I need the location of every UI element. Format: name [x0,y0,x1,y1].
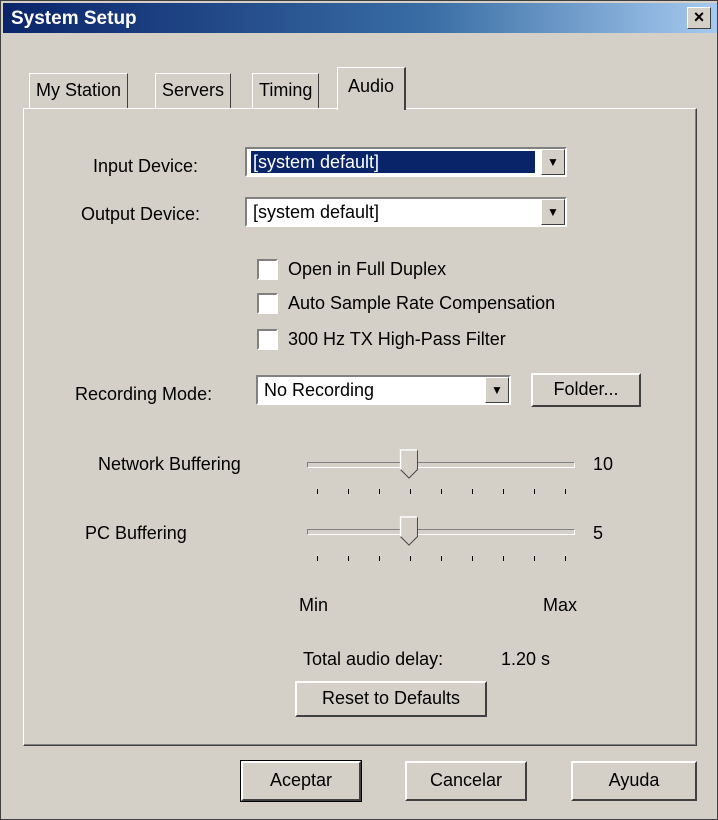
network-buffering-label: Network Buffering [98,454,241,474]
cancel-button[interactable]: Cancelar [405,761,527,801]
network-buffering-slider-thumb[interactable] [399,449,419,479]
system-setup-dialog: System Setup × My Station Servers Timing… [0,0,718,820]
slider-tick [441,556,442,561]
slider-tick [348,489,349,494]
input-device-value: [system default] [251,151,535,173]
reset-defaults-button[interactable]: Reset to Defaults [295,681,487,717]
folder-button[interactable]: Folder... [531,373,641,407]
chevron-down-icon[interactable]: ▼ [541,199,565,225]
slider-tick [565,556,566,561]
auto-sample-rate-label: Auto Sample Rate Compensation [288,292,556,313]
output-device-select[interactable]: [system default] ▼ [245,197,567,227]
tab-servers[interactable]: Servers [155,73,232,108]
pc-buffering-slider-thumb[interactable] [399,516,419,546]
slider-tick [441,489,442,494]
tab-my-station[interactable]: My Station [29,73,129,108]
tab-timing[interactable]: Timing [252,73,320,108]
input-device-select[interactable]: [system default] ▼ [245,147,567,177]
slider-tick [472,556,473,561]
network-buffering-value: 10 [593,454,614,474]
chevron-down-icon[interactable]: ▼ [541,149,565,175]
slider-tick [410,556,411,561]
slider-tick [534,489,535,494]
chevron-down-icon[interactable]: ▼ [485,377,509,403]
high-pass-filter-label: 300 Hz TX High-Pass Filter [288,328,506,349]
total-delay-label: Total audio delay: [303,649,444,669]
network-buffering-track[interactable] [307,462,575,468]
recording-mode-select[interactable]: No Recording ▼ [256,375,511,405]
pc-buffering-value: 5 [593,523,604,543]
slider-tick [534,556,535,561]
slider-tick [503,489,504,494]
slider-tick [410,489,411,494]
tab-audio[interactable]: Audio [337,67,407,110]
checkbox-box[interactable] [257,292,278,314]
slider-tick [348,556,349,561]
input-device-label: Input Device: [93,156,199,176]
recording-mode-value: No Recording [264,380,375,400]
window-title: System Setup [11,8,137,29]
slider-tick [379,556,380,561]
full-duplex-label: Open in Full Duplex [288,258,447,279]
slider-max-label: Max [543,595,578,615]
checkbox-box[interactable] [257,258,278,280]
title-bar[interactable]: System Setup × [3,3,717,33]
help-button[interactable]: Ayuda [571,761,697,801]
slider-tick [472,489,473,494]
close-icon[interactable]: × [687,7,711,29]
pc-buffering-label: PC Buffering [85,523,187,543]
slider-tick [503,556,504,561]
slider-min-label: Min [299,595,329,615]
ok-button[interactable]: Aceptar [240,760,362,802]
auto-sample-rate-checkbox[interactable]: Auto Sample Rate Compensation [257,292,555,314]
slider-tick [317,489,318,494]
pc-buffering-track[interactable] [307,529,575,535]
slider-tick [565,489,566,494]
slider-tick [317,556,318,561]
checkbox-box[interactable] [257,328,278,350]
high-pass-filter-checkbox[interactable]: 300 Hz TX High-Pass Filter [257,328,506,350]
output-device-label: Output Device: [81,204,201,224]
recording-mode-label: Recording Mode: [75,384,213,404]
total-delay-value: 1.20 s [501,649,551,669]
full-duplex-checkbox[interactable]: Open in Full Duplex [257,258,446,280]
output-device-value: [system default] [253,202,380,222]
slider-tick [379,489,380,494]
